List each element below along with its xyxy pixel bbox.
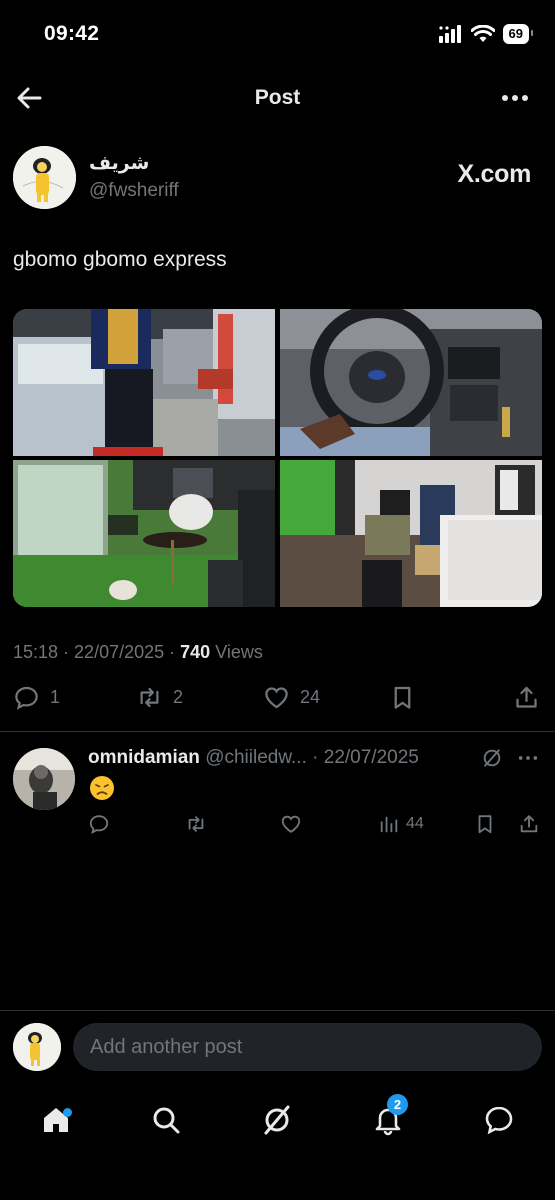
divider	[0, 731, 555, 732]
post-meta: 15:18 · 22/07/2025 · 740 Views	[13, 642, 263, 662]
reply-button[interactable]: 1	[13, 684, 60, 711]
cellular-signal-icon	[438, 25, 461, 43]
post-author: شريف @fwsheriff X.com	[13, 146, 543, 212]
repost-icon	[188, 816, 204, 832]
battery-indicator: 69	[502, 24, 534, 44]
grok-icon[interactable]	[481, 747, 503, 769]
post-text: gbomo gbomo express	[13, 248, 227, 271]
like-count: 24	[300, 687, 321, 707]
tab-notifications[interactable]: 2	[368, 1094, 408, 1140]
add-post-input[interactable]	[73, 1023, 542, 1071]
tab-home[interactable]	[36, 1100, 76, 1140]
wifi-icon	[470, 25, 495, 42]
reply-header: omnidamian @chiiledw... · 22/07/2025	[88, 747, 419, 768]
repost-icon	[140, 687, 159, 708]
reply-author-name[interactable]: omnidamian	[88, 747, 200, 768]
media-image-2[interactable]	[280, 309, 542, 456]
heart-icon	[265, 687, 288, 709]
share-icon	[520, 815, 538, 833]
status-icons: 69	[438, 24, 534, 44]
page-title: Post	[254, 86, 301, 109]
reply-count: 1	[50, 687, 61, 707]
bookmark-icon	[394, 686, 411, 709]
status-bar: 09:42 69	[0, 0, 555, 70]
tab-messages[interactable]	[479, 1100, 519, 1140]
media-image-1[interactable]	[13, 309, 275, 456]
like-button[interactable]: 24	[263, 684, 320, 711]
reply-reply-button[interactable]	[88, 813, 110, 835]
post-time: 15:18	[13, 642, 59, 662]
reply-bookmark-button[interactable]	[474, 813, 496, 835]
search-icon	[153, 1107, 180, 1134]
reply-repost-button[interactable]	[185, 813, 207, 835]
more-options-icon[interactable]	[517, 747, 539, 769]
grok-icon	[264, 1105, 290, 1135]
bookmark-icon	[478, 815, 492, 834]
reply-actions: 44	[88, 813, 543, 839]
reply-like-button[interactable]	[280, 813, 302, 835]
reply-icon	[89, 815, 109, 835]
current-user-avatar	[13, 1023, 61, 1071]
media-image-4[interactable]	[280, 460, 542, 607]
media-image-3[interactable]	[13, 460, 275, 607]
top-nav-bar: Post	[0, 72, 555, 124]
reply-views-button[interactable]: 44	[378, 813, 424, 835]
media-grid	[13, 309, 542, 607]
author-display-name[interactable]: شريف	[89, 152, 149, 175]
reply-avatar[interactable]	[13, 748, 75, 810]
repost-count: 2	[173, 687, 184, 707]
repost-button[interactable]: 2	[136, 684, 183, 711]
source-label: X.com	[457, 160, 531, 188]
views-label: Views	[215, 642, 263, 662]
post-date: 22/07/2025	[74, 642, 165, 662]
reply-author-handle[interactable]: @chiiledw...	[205, 747, 307, 768]
author-handle[interactable]: @fwsheriff	[89, 180, 179, 202]
share-icon	[516, 686, 537, 708]
reply-views-count: 44	[406, 815, 424, 832]
tab-search[interactable]	[146, 1100, 186, 1140]
post-actions: 1 2 24	[13, 684, 543, 720]
tab-grok[interactable]	[257, 1100, 297, 1140]
reply-date: 22/07/2025	[323, 747, 419, 768]
reply-top-icons	[481, 747, 539, 769]
more-options-icon[interactable]	[499, 84, 531, 112]
heart-icon	[281, 815, 301, 833]
views-count: 740	[180, 642, 211, 662]
share-button[interactable]	[513, 684, 540, 711]
home-unread-dot	[63, 1108, 72, 1117]
bookmark-button[interactable]	[389, 684, 416, 711]
notifications-badge: 2	[387, 1094, 408, 1115]
status-time: 09:42	[44, 22, 100, 45]
analytics-bars-icon	[380, 816, 398, 833]
messages-icon	[485, 1106, 513, 1135]
reply-composer	[0, 1010, 555, 1086]
reply-item[interactable]: omnidamian @chiiledw... · 22/07/2025 44	[13, 745, 543, 845]
disappointed-face-emoji-icon	[90, 776, 114, 800]
reply-share-button[interactable]	[518, 813, 540, 835]
bottom-tab-bar: 2	[0, 1086, 555, 1200]
author-avatar[interactable]	[13, 146, 76, 209]
reply-icon	[15, 686, 38, 710]
